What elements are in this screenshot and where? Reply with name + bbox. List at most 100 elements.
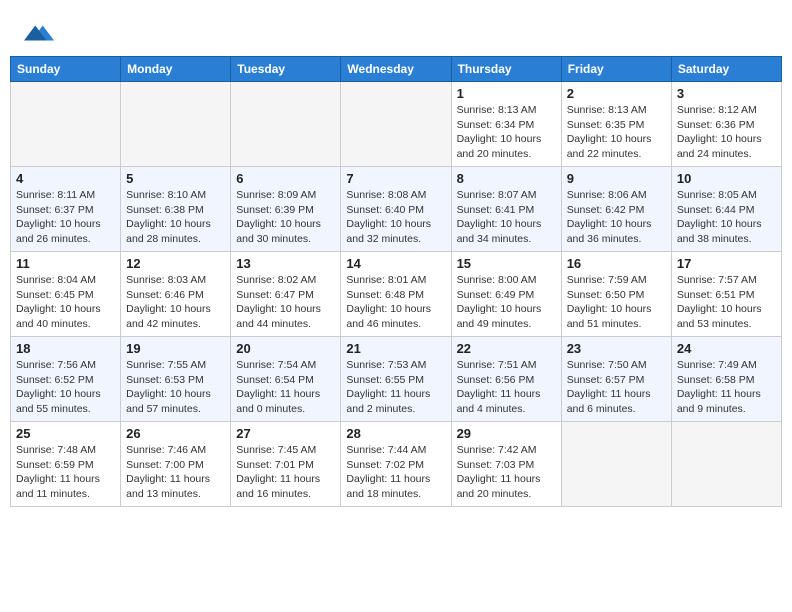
day-info: Sunrise: 8:04 AM Sunset: 6:45 PM Dayligh…: [16, 273, 115, 332]
day-number: 8: [457, 171, 556, 186]
day-number: 12: [126, 256, 225, 271]
day-number: 5: [126, 171, 225, 186]
calendar-week-5: 25 Sunrise: 7:48 AM Sunset: 6:59 PM Dayli…: [11, 422, 782, 507]
calendar-cell: 18 Sunrise: 7:56 AM Sunset: 6:52 PM Dayli…: [11, 337, 121, 422]
calendar-cell: 20 Sunrise: 7:54 AM Sunset: 6:54 PM Dayli…: [231, 337, 341, 422]
calendar-cell: 16 Sunrise: 7:59 AM Sunset: 6:50 PM Dayli…: [561, 252, 671, 337]
calendar-cell: 24 Sunrise: 7:49 AM Sunset: 6:58 PM Dayli…: [671, 337, 781, 422]
calendar-cell: [561, 422, 671, 507]
day-number: 24: [677, 341, 776, 356]
day-info: Sunrise: 7:49 AM Sunset: 6:58 PM Dayligh…: [677, 358, 776, 417]
calendar-cell: 19Sunrise: 7:55 AM Sunset: 6:53 PM Dayli…: [121, 337, 231, 422]
day-info: Sunrise: 8:12 AM Sunset: 6:36 PM Dayligh…: [677, 103, 776, 162]
calendar-week-1: 1Sunrise: 8:13 AM Sunset: 6:34 PM Daylig…: [11, 82, 782, 167]
day-number: 22: [457, 341, 556, 356]
calendar-cell: 23 Sunrise: 7:50 AM Sunset: 6:57 PM Dayli…: [561, 337, 671, 422]
day-number: 2: [567, 86, 666, 101]
calendar-cell: 26 Sunrise: 7:46 AM Sunset: 7:00 PM Dayli…: [121, 422, 231, 507]
day-number: 21: [346, 341, 445, 356]
calendar-header-wednesday: Wednesday: [341, 57, 451, 82]
calendar-header-monday: Monday: [121, 57, 231, 82]
calendar-cell: 12 Sunrise: 8:03 AM Sunset: 6:46 PM Dayli…: [121, 252, 231, 337]
day-info: Sunrise: 8:06 AM Sunset: 6:42 PM Dayligh…: [567, 188, 666, 247]
calendar-cell: 17 Sunrise: 7:57 AM Sunset: 6:51 PM Dayli…: [671, 252, 781, 337]
calendar-cell: 21 Sunrise: 7:53 AM Sunset: 6:55 PM Dayli…: [341, 337, 451, 422]
day-info: Sunrise: 7:51 AM Sunset: 6:56 PM Dayligh…: [457, 358, 556, 417]
calendar-cell: 7Sunrise: 8:08 AM Sunset: 6:40 PM Daylig…: [341, 167, 451, 252]
day-number: 1: [457, 86, 556, 101]
day-number: 11: [16, 256, 115, 271]
calendar-cell: 14 Sunrise: 8:01 AM Sunset: 6:48 PM Dayli…: [341, 252, 451, 337]
day-number: 25: [16, 426, 115, 441]
day-number: 18: [16, 341, 115, 356]
day-info: Sunrise: 8:02 AM Sunset: 6:47 PM Dayligh…: [236, 273, 335, 332]
calendar-cell: 4 Sunrise: 8:11 AM Sunset: 6:37 PM Daylig…: [11, 167, 121, 252]
day-info: Sunrise: 7:59 AM Sunset: 6:50 PM Dayligh…: [567, 273, 666, 332]
calendar-cell: 5 Sunrise: 8:10 AM Sunset: 6:38 PM Daylig…: [121, 167, 231, 252]
calendar-header-sunday: Sunday: [11, 57, 121, 82]
calendar-cell: 29 Sunrise: 7:42 AM Sunset: 7:03 PM Dayli…: [451, 422, 561, 507]
day-info: Sunrise: 8:03 AM Sunset: 6:46 PM Dayligh…: [126, 273, 225, 332]
calendar-cell: [11, 82, 121, 167]
day-number: 4: [16, 171, 115, 186]
calendar-header-friday: Friday: [561, 57, 671, 82]
page-header: [10, 10, 782, 56]
logo: [20, 18, 54, 48]
day-info: Sunrise: 7:57 AM Sunset: 6:51 PM Dayligh…: [677, 273, 776, 332]
day-info: Sunrise: 7:56 AM Sunset: 6:52 PM Dayligh…: [16, 358, 115, 417]
day-info: Sunrise: 8:10 AM Sunset: 6:38 PM Dayligh…: [126, 188, 225, 247]
calendar-cell: 1Sunrise: 8:13 AM Sunset: 6:34 PM Daylig…: [451, 82, 561, 167]
calendar-cell: [671, 422, 781, 507]
day-number: 26: [126, 426, 225, 441]
day-number: 29: [457, 426, 556, 441]
day-number: 23: [567, 341, 666, 356]
day-info: Sunrise: 7:48 AM Sunset: 6:59 PM Dayligh…: [16, 443, 115, 502]
calendar-cell: 27Sunrise: 7:45 AM Sunset: 7:01 PM Dayli…: [231, 422, 341, 507]
day-number: 9: [567, 171, 666, 186]
calendar-cell: 15 Sunrise: 8:00 AM Sunset: 6:49 PM Dayli…: [451, 252, 561, 337]
calendar-cell: 10Sunrise: 8:05 AM Sunset: 6:44 PM Dayli…: [671, 167, 781, 252]
day-info: Sunrise: 7:46 AM Sunset: 7:00 PM Dayligh…: [126, 443, 225, 502]
day-info: Sunrise: 8:00 AM Sunset: 6:49 PM Dayligh…: [457, 273, 556, 332]
calendar-cell: 13 Sunrise: 8:02 AM Sunset: 6:47 PM Dayli…: [231, 252, 341, 337]
calendar-cell: 8 Sunrise: 8:07 AM Sunset: 6:41 PM Daylig…: [451, 167, 561, 252]
day-number: 14: [346, 256, 445, 271]
day-info: Sunrise: 7:53 AM Sunset: 6:55 PM Dayligh…: [346, 358, 445, 417]
calendar-cell: 11 Sunrise: 8:04 AM Sunset: 6:45 PM Dayli…: [11, 252, 121, 337]
day-number: 20: [236, 341, 335, 356]
day-info: Sunrise: 8:07 AM Sunset: 6:41 PM Dayligh…: [457, 188, 556, 247]
day-info: Sunrise: 7:42 AM Sunset: 7:03 PM Dayligh…: [457, 443, 556, 502]
calendar-header-thursday: Thursday: [451, 57, 561, 82]
calendar-cell: 3Sunrise: 8:12 AM Sunset: 6:36 PM Daylig…: [671, 82, 781, 167]
logo-icon: [24, 18, 54, 48]
calendar-cell: 2 Sunrise: 8:13 AM Sunset: 6:35 PM Daylig…: [561, 82, 671, 167]
day-info: Sunrise: 8:05 AM Sunset: 6:44 PM Dayligh…: [677, 188, 776, 247]
day-info: Sunrise: 8:13 AM Sunset: 6:35 PM Dayligh…: [567, 103, 666, 162]
day-number: 6: [236, 171, 335, 186]
calendar-week-2: 4 Sunrise: 8:11 AM Sunset: 6:37 PM Daylig…: [11, 167, 782, 252]
day-info: Sunrise: 7:45 AM Sunset: 7:01 PM Dayligh…: [236, 443, 335, 502]
day-number: 13: [236, 256, 335, 271]
calendar-week-4: 18 Sunrise: 7:56 AM Sunset: 6:52 PM Dayli…: [11, 337, 782, 422]
day-info: Sunrise: 8:01 AM Sunset: 6:48 PM Dayligh…: [346, 273, 445, 332]
calendar-cell: [231, 82, 341, 167]
day-number: 15: [457, 256, 556, 271]
day-info: Sunrise: 8:11 AM Sunset: 6:37 PM Dayligh…: [16, 188, 115, 247]
day-number: 28: [346, 426, 445, 441]
calendar-table: SundayMondayTuesdayWednesdayThursdayFrid…: [10, 56, 782, 507]
calendar-header-tuesday: Tuesday: [231, 57, 341, 82]
calendar-cell: 25 Sunrise: 7:48 AM Sunset: 6:59 PM Dayli…: [11, 422, 121, 507]
calendar-cell: 6Sunrise: 8:09 AM Sunset: 6:39 PM Daylig…: [231, 167, 341, 252]
calendar-cell: [341, 82, 451, 167]
calendar-cell: [121, 82, 231, 167]
calendar-header-saturday: Saturday: [671, 57, 781, 82]
day-info: Sunrise: 7:54 AM Sunset: 6:54 PM Dayligh…: [236, 358, 335, 417]
day-info: Sunrise: 7:50 AM Sunset: 6:57 PM Dayligh…: [567, 358, 666, 417]
day-number: 16: [567, 256, 666, 271]
calendar-cell: 9 Sunrise: 8:06 AM Sunset: 6:42 PM Daylig…: [561, 167, 671, 252]
day-info: Sunrise: 7:55 AM Sunset: 6:53 PM Dayligh…: [126, 358, 225, 417]
calendar-cell: 28Sunrise: 7:44 AM Sunset: 7:02 PM Dayli…: [341, 422, 451, 507]
day-number: 17: [677, 256, 776, 271]
day-number: 7: [346, 171, 445, 186]
calendar-header-row: SundayMondayTuesdayWednesdayThursdayFrid…: [11, 57, 782, 82]
